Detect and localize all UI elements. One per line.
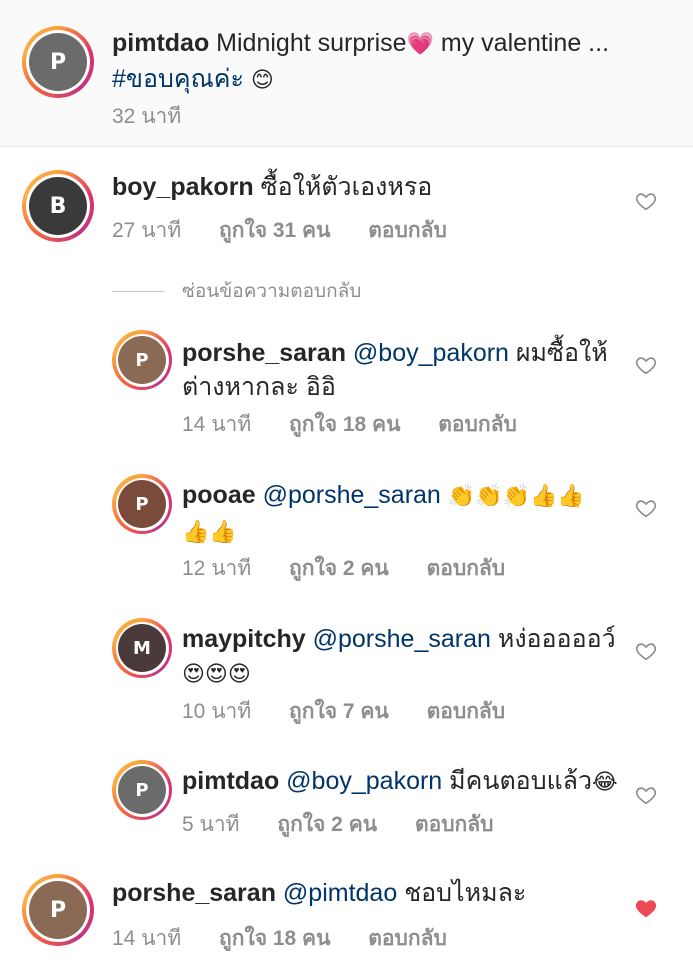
hashtag-link[interactable]: #ขอบคุณค่ะ bbox=[112, 65, 244, 93]
heart-icon[interactable] bbox=[635, 640, 657, 662]
likes-count[interactable]: ถูกใจ 7 คน bbox=[289, 700, 389, 723]
reply-body: หง่อออออว์ bbox=[497, 625, 616, 653]
laugh-emoji: 😂 bbox=[592, 770, 618, 795]
avatar-photo: P bbox=[29, 881, 87, 939]
heart-filled-icon[interactable] bbox=[635, 897, 657, 919]
reply-body: มีคนตอบแล้ว bbox=[449, 767, 593, 795]
comment-username[interactable]: boy_pakorn bbox=[112, 173, 254, 201]
comment-body: ซื้อให้ตัวเองหรอ bbox=[260, 173, 433, 201]
avatar[interactable]: B bbox=[22, 170, 94, 242]
hide-replies-label: ซ่อนข้อความตอบกลับ bbox=[182, 281, 362, 302]
caption-time: 32 นาที bbox=[112, 105, 182, 128]
comment-text: porshe_saran @pimtdao ชอบไหมละ bbox=[112, 876, 526, 910]
likes-count[interactable]: ถูกใจ 31 คน bbox=[219, 219, 330, 242]
reply-meta: 10 นาที ถูกใจ 7 คน ตอบกลับ bbox=[182, 695, 537, 728]
heart-emoji: 💗 bbox=[406, 32, 434, 57]
reply-text: maypitchy @porshe_saran หง่อออออว์ 😍😍😍 bbox=[182, 622, 622, 692]
heart-icon[interactable] bbox=[635, 497, 657, 519]
reply-text: pimtdao @boy_pakorn มีคนตอบแล้ว😂 bbox=[182, 764, 622, 800]
hide-replies-button[interactable]: ซ่อนข้อความตอบกลับ bbox=[112, 276, 361, 306]
post-caption: P pimtdao Midnight surprise💗 my valentin… bbox=[0, 0, 693, 147]
caption-text: pimtdao Midnight surprise💗 my valentine … bbox=[112, 26, 672, 98]
caption-meta: 32 นาที bbox=[112, 100, 213, 133]
reply-button[interactable]: ตอบกลับ bbox=[427, 700, 506, 723]
reply-body: ผมซื้อให้ bbox=[515, 339, 608, 367]
avatar-photo: P bbox=[118, 336, 166, 384]
comment-username[interactable]: porshe_saran bbox=[112, 879, 276, 907]
reply-text: pooae @porshe_saran 👏👏👏👍👍 👍👍 bbox=[182, 478, 622, 550]
reply-username[interactable]: pooae bbox=[182, 481, 256, 509]
mention-link[interactable]: @porshe_saran bbox=[263, 481, 441, 509]
avatar[interactable]: P bbox=[22, 26, 94, 98]
mention-link[interactable]: @porshe_saran bbox=[313, 625, 491, 653]
mention-link[interactable]: @boy_pakorn bbox=[353, 339, 509, 367]
heart-eyes-emoji: 😍😍😍 bbox=[182, 662, 251, 687]
likes-count[interactable]: ถูกใจ 2 คน bbox=[289, 557, 389, 580]
reply-button[interactable]: ตอบกลับ bbox=[438, 413, 517, 436]
likes-count[interactable]: ถูกใจ 18 คน bbox=[219, 927, 330, 950]
comment-meta: 27 นาที ถูกใจ 31 คน ตอบกลับ bbox=[112, 214, 479, 247]
avatar-photo: P bbox=[29, 33, 87, 91]
reply-meta: 5 นาที ถูกใจ 2 คน ตอบกลับ bbox=[182, 808, 525, 841]
heart-icon[interactable] bbox=[635, 784, 657, 806]
reply-username[interactable]: pimtdao bbox=[182, 767, 279, 795]
avatar-photo: P bbox=[118, 480, 166, 528]
avatar[interactable]: P bbox=[112, 330, 172, 390]
avatar-photo: B bbox=[29, 177, 87, 235]
reply-username[interactable]: porshe_saran bbox=[182, 339, 346, 367]
comment-body: ชอบไหมละ bbox=[404, 879, 527, 907]
likes-count[interactable]: ถูกใจ 18 คน bbox=[289, 413, 400, 436]
caption-body-2: my valentine ... bbox=[440, 29, 610, 57]
heart-icon[interactable] bbox=[635, 354, 657, 376]
caption-body: Midnight surprise bbox=[216, 29, 407, 57]
reply-time: 14 นาที bbox=[182, 413, 252, 436]
comment-time: 14 นาที bbox=[112, 927, 182, 950]
mention-link[interactable]: @boy_pakorn bbox=[286, 767, 442, 795]
reply-username[interactable]: maypitchy bbox=[182, 625, 306, 653]
caption-username[interactable]: pimtdao bbox=[112, 29, 209, 57]
avatar[interactable]: M bbox=[112, 618, 172, 678]
thumbs-emoji: 👍👍 bbox=[182, 520, 237, 545]
reply-time: 10 นาที bbox=[182, 700, 252, 723]
clap-thumbs-emoji: 👏👏👏👍👍 bbox=[447, 484, 585, 509]
reply-button[interactable]: ตอบกลับ bbox=[368, 927, 447, 950]
mention-link[interactable]: @pimtdao bbox=[283, 879, 397, 907]
comment-text: boy_pakorn ซื้อให้ตัวเองหรอ bbox=[112, 170, 432, 204]
reply-button[interactable]: ตอบกลับ bbox=[415, 813, 494, 836]
avatar-photo: P bbox=[118, 766, 166, 814]
reply-button[interactable]: ตอบกลับ bbox=[427, 557, 506, 580]
comment-meta: 14 นาที ถูกใจ 18 คน ตอบกลับ bbox=[112, 922, 479, 955]
avatar[interactable]: P bbox=[112, 760, 172, 820]
avatar[interactable]: P bbox=[22, 874, 94, 946]
reply-button[interactable]: ตอบกลับ bbox=[368, 219, 447, 242]
likes-count[interactable]: ถูกใจ 2 คน bbox=[277, 813, 377, 836]
reply-body-2: ต่างหากละ อิอิ bbox=[182, 373, 336, 401]
divider bbox=[112, 290, 164, 292]
reply-meta: 12 นาที ถูกใจ 2 คน ตอบกลับ bbox=[182, 552, 537, 585]
reply-time: 5 นาที bbox=[182, 813, 240, 836]
comment-time: 27 นาที bbox=[112, 219, 182, 242]
avatar[interactable]: P bbox=[112, 474, 172, 534]
heart-icon[interactable] bbox=[635, 190, 657, 212]
reply-text: porshe_saran @boy_pakorn ผมซื้อให้ ต่างห… bbox=[182, 336, 622, 404]
smile-emoji: 😊 bbox=[250, 68, 274, 93]
avatar-photo: M bbox=[118, 624, 166, 672]
reply-time: 12 นาที bbox=[182, 557, 252, 580]
reply-meta: 14 นาที ถูกใจ 18 คน ตอบกลับ bbox=[182, 408, 549, 441]
